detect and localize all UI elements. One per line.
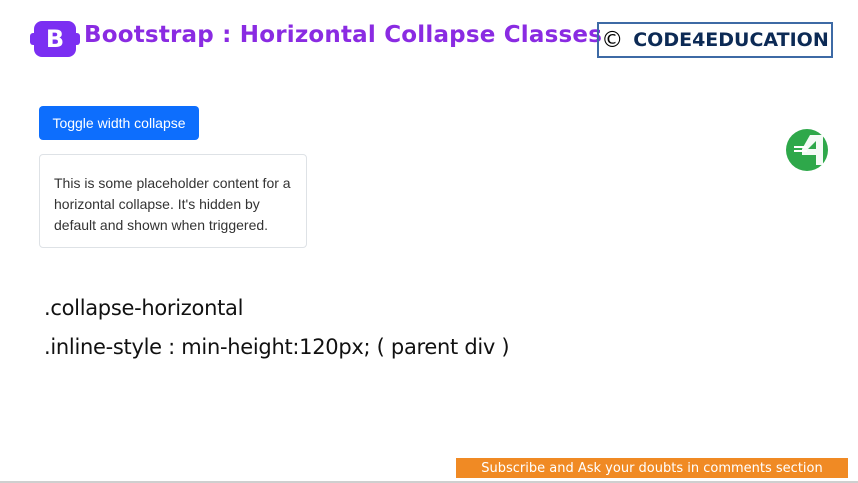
brand-name: CODE4EDUCATION [633, 29, 829, 51]
collapse-placeholder-text: This is some placeholder content for a h… [54, 175, 291, 233]
bootstrap-logo-letter: B [45, 25, 65, 53]
collapse-card: This is some placeholder content for a h… [39, 154, 307, 248]
copyright-icon: © [601, 27, 624, 53]
toggle-width-collapse-button[interactable]: Toggle width collapse [39, 106, 199, 140]
page-title: Bootstrap : Horizontal Collapse Classes [84, 22, 603, 48]
class-note-inline-style: .inline-style : min-height:120px; ( pare… [44, 335, 510, 359]
brand-watermark: © CODE4EDUCATION [597, 22, 833, 58]
class-note-collapse-horizontal: .collapse-horizontal [44, 296, 244, 320]
bootstrap-logo-icon: B [30, 21, 80, 57]
subscribe-banner: Subscribe and Ask your doubts in comment… [456, 458, 848, 478]
code4education-logo-icon [786, 129, 828, 171]
